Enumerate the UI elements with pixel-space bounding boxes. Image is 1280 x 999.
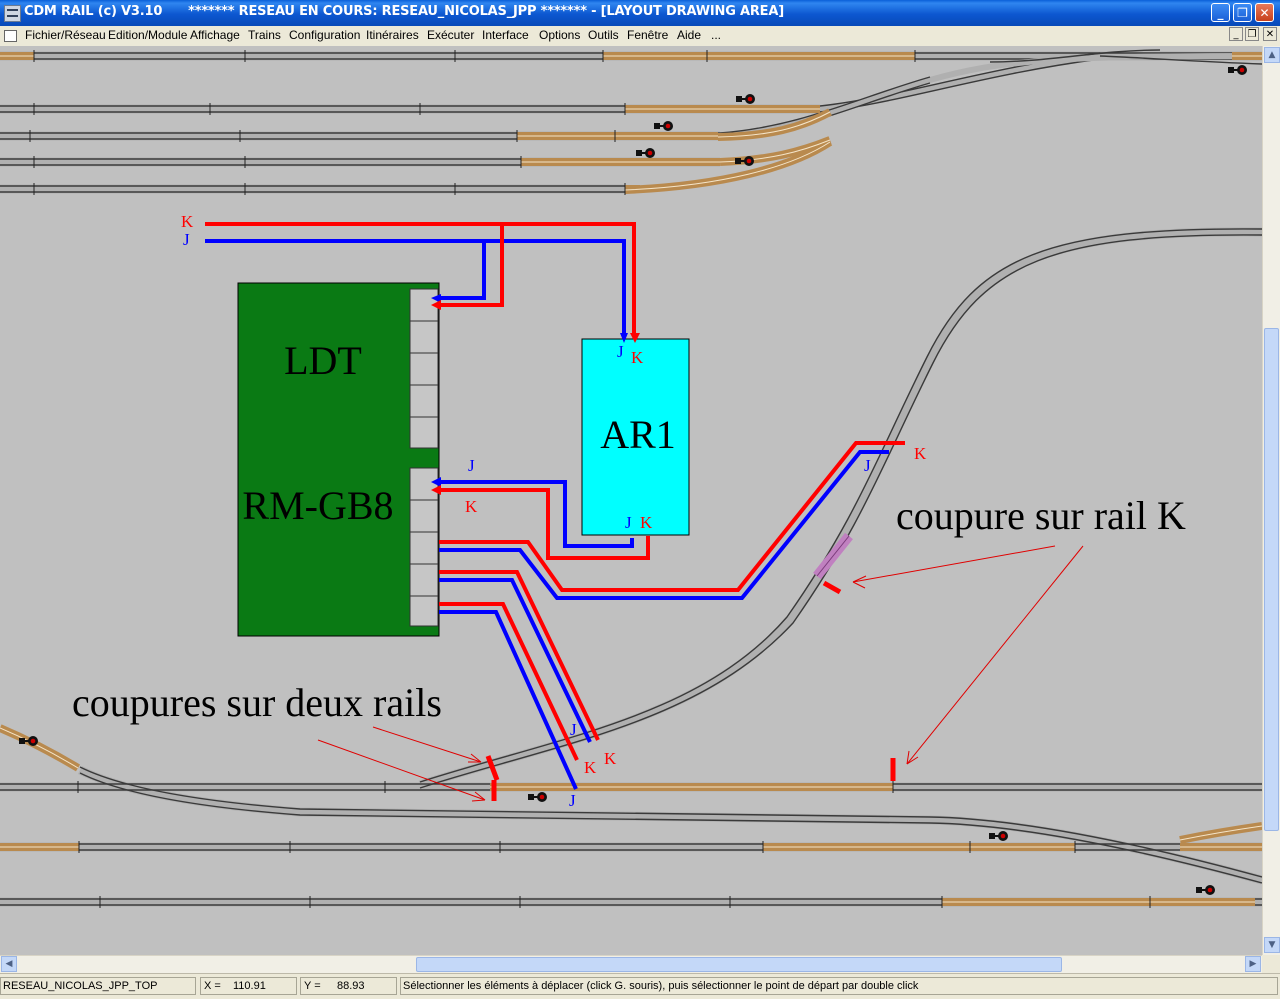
menu-more[interactable]: ... [711,28,721,42]
status-y-label: Y = [304,980,321,992]
menu-outils[interactable]: Outils [588,28,619,42]
label-rm-k: K [465,497,478,516]
layout-drawing-area[interactable]: LDT RM-GB8 AR1 K J J K J K J K K J J K K… [0,46,1262,955]
status-x: X = 110.91 [200,977,297,995]
scroll-left-icon[interactable]: ◀ [1,956,17,972]
label-rm-j: J [468,456,475,475]
status-network: RESEAU_NICOLAS_JPP_TOP [0,977,196,995]
menu-configuration[interactable]: Configuration [289,28,360,42]
size-grip[interactable] [1262,955,1280,973]
vertical-scrollbar[interactable]: ▲ ▼ [1262,46,1280,955]
label-upper-k: K [914,444,927,463]
menu-fenetre[interactable]: Fenêtre [627,28,668,42]
label-low-j1: J [570,720,577,739]
maximize-button[interactable]: ❐ [1233,3,1252,22]
ldt-label: LDT [284,338,362,383]
horizontal-scrollbar[interactable]: ◀ ▶ [0,955,1262,973]
menu-affichage[interactable]: Affichage [190,28,240,42]
vertical-scroll-thumb[interactable] [1264,328,1279,831]
menu-itineraires[interactable]: Itinéraires [366,28,419,42]
menu-interface[interactable]: Interface [482,28,529,42]
menu-aide[interactable]: Aide [677,28,701,42]
scroll-up-icon[interactable]: ▲ [1264,47,1280,63]
mdi-restore-button[interactable]: ❐ [1245,27,1259,41]
ar1-label: AR1 [600,412,676,457]
label-ar1-j-bottom: J [625,513,632,532]
label-low-k1: K [604,749,617,768]
menu-bar: Fichier/Réseau Edition/Module Affichage … [0,26,1280,47]
label-low-j2: J [569,791,576,810]
annotation-double-cut: coupures sur deux rails [72,680,442,725]
horizontal-scroll-thumb[interactable] [416,957,1062,972]
mdi-minimize-button[interactable]: _ [1229,27,1243,41]
menu-trains[interactable]: Trains [248,28,281,42]
isolation-section [813,532,853,580]
mdi-close-button[interactable]: ✕ [1263,27,1277,41]
label-ar1-k-bottom: K [640,513,653,532]
document-icon[interactable] [4,30,17,42]
label-ar1-j-top: J [617,342,624,361]
menu-executer[interactable]: Exécuter [427,28,474,42]
title-bar: CDM RAIL (c) V3.10 ******* RESEAU EN COU… [0,0,1280,26]
minimize-button[interactable]: _ [1211,3,1230,22]
status-hint: Sélectionner les éléments à déplacer (cl… [400,977,1278,995]
status-x-value: 110.91 [233,980,266,992]
label-j-top: J [183,230,190,249]
status-x-label: X = [204,980,221,992]
rmgb8-label: RM-GB8 [242,483,393,528]
label-upper-j: J [864,456,871,475]
menu-fichier[interactable]: Fichier/Réseau [25,28,106,42]
track-layout-svg[interactable]: LDT RM-GB8 AR1 K J J K J K J K K J J K K… [0,46,1262,955]
label-ar1-k-top: K [631,348,644,367]
status-y-value: 88.93 [337,980,365,992]
annotation-single-cut: coupure sur rail K [896,493,1186,538]
ldt-module[interactable] [237,282,440,637]
close-button[interactable]: ✕ [1255,3,1274,22]
app-icon[interactable] [4,5,21,22]
status-y: Y = 88.93 [300,977,397,995]
window-title: CDM RAIL (c) V3.10 ******* RESEAU EN COU… [24,4,784,19]
scroll-down-icon[interactable]: ▼ [1264,937,1280,953]
menu-edition[interactable]: Edition/Module [108,28,187,42]
label-low-k2: K [584,758,597,777]
status-bar: RESEAU_NICOLAS_JPP_TOP X = 110.91 Y = 88… [0,973,1280,999]
label-k-top: K [181,212,194,231]
scroll-right-icon[interactable]: ▶ [1245,956,1261,972]
menu-options[interactable]: Options [539,28,580,42]
